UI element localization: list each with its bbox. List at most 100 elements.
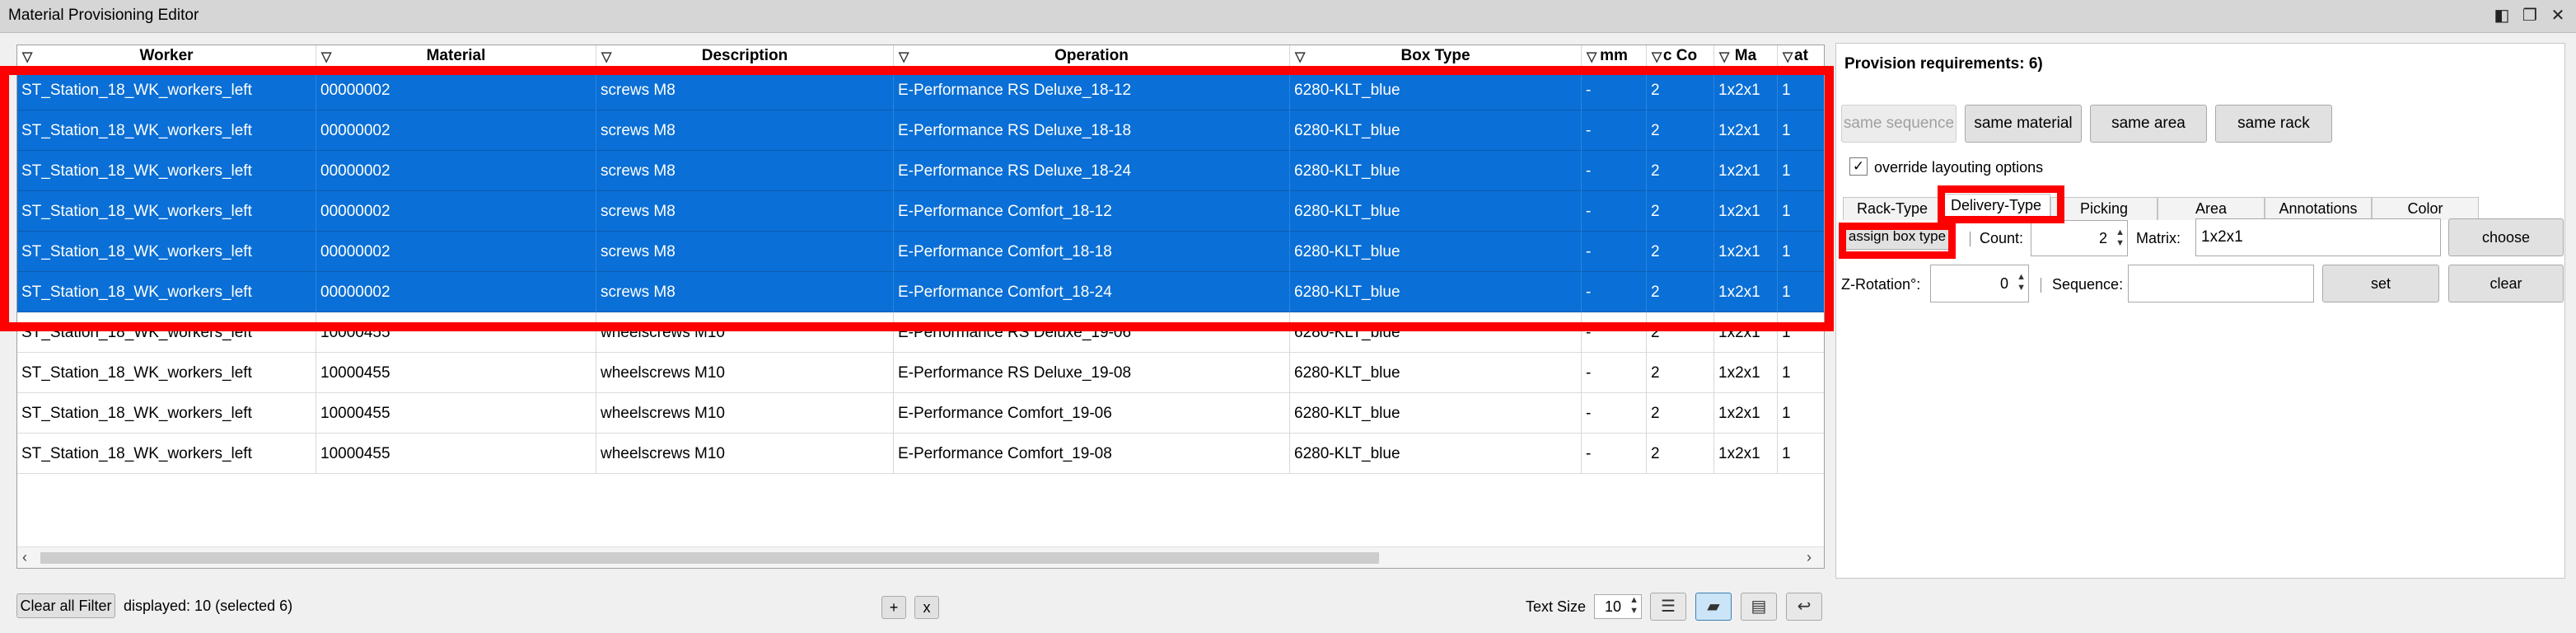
same-area-button[interactable]: same area xyxy=(2090,105,2207,143)
table-cell[interactable]: 00000002 xyxy=(316,232,596,272)
table-cell[interactable]: E-Performance RS Deluxe_19-08 xyxy=(894,353,1290,393)
column-header[interactable]: ▽ c Co xyxy=(1647,45,1714,70)
table-cell[interactable]: screws M8 xyxy=(596,110,894,151)
table-cell[interactable]: E-Performance Comfort_19-08 xyxy=(894,434,1290,474)
dock-icon[interactable]: ◧ xyxy=(2491,5,2513,26)
table-cell[interactable]: 1 xyxy=(1778,191,1824,232)
text-size-spinner[interactable]: 10 ▲ ▼ xyxy=(1594,594,1642,619)
column-header[interactable]: ▽ Ma xyxy=(1714,45,1778,70)
matrix-input[interactable]: 1x2x1 xyxy=(2195,218,2441,256)
table-cell[interactable]: 1 xyxy=(1778,393,1824,434)
count-arrows-icon[interactable]: ▲ ▼ xyxy=(2115,227,2125,249)
table-cell[interactable]: 1x2x1 xyxy=(1714,434,1778,474)
table-row[interactable]: ST_Station_18_WK_workers_left 10000455 whe… xyxy=(17,312,1824,353)
scroll-left-icon[interactable]: ‹ xyxy=(22,549,27,566)
list-view-icon[interactable]: ☰ xyxy=(1650,593,1686,621)
table-cell[interactable]: 6280-KLT_blue xyxy=(1290,312,1582,353)
column-header[interactable]: ▽ mm xyxy=(1582,45,1647,70)
sequence-input[interactable] xyxy=(2128,265,2314,302)
table-cell[interactable]: 1x2x1 xyxy=(1714,312,1778,353)
table-cell[interactable]: 1 xyxy=(1778,434,1824,474)
table-row[interactable]: ST_Station_18_WK_workers_left 00000002 scr… xyxy=(17,110,1824,151)
material-table[interactable]: ▽ Worker ▽ Material ▽ Description ▽ Operation ▽ B… xyxy=(16,45,1825,569)
scroll-right-icon[interactable]: › xyxy=(1807,549,1812,566)
table-cell[interactable]: 6280-KLT_blue xyxy=(1290,70,1582,110)
count-spinner[interactable]: 2 ▲ ▼ xyxy=(2031,220,2128,256)
table-cell[interactable]: - xyxy=(1582,353,1647,393)
table-cell[interactable]: 2 xyxy=(1647,434,1714,474)
table-cell[interactable]: ST_Station_18_WK_workers_left xyxy=(17,434,316,474)
table-cell[interactable]: - xyxy=(1582,191,1647,232)
table-cell[interactable]: 2 xyxy=(1647,393,1714,434)
table-cell[interactable]: wheelscrews M10 xyxy=(596,353,894,393)
table-cell[interactable]: ST_Station_18_WK_workers_left xyxy=(17,312,316,353)
tab-area[interactable]: Area xyxy=(2158,197,2265,220)
table-cell[interactable]: 6280-KLT_blue xyxy=(1290,191,1582,232)
table-cell[interactable]: 6280-KLT_blue xyxy=(1290,110,1582,151)
table-cell[interactable]: 00000002 xyxy=(316,151,596,191)
table-cell[interactable]: 6280-KLT_blue xyxy=(1290,151,1582,191)
table-cell[interactable]: 00000002 xyxy=(316,272,596,312)
table-cell[interactable]: 1x2x1 xyxy=(1714,232,1778,272)
table-cell[interactable]: 1x2x1 xyxy=(1714,151,1778,191)
table-row[interactable]: ST_Station_18_WK_workers_left 10000455 whe… xyxy=(17,434,1824,474)
table-cell[interactable]: ST_Station_18_WK_workers_left xyxy=(17,272,316,312)
table-cell[interactable]: 2 xyxy=(1647,70,1714,110)
table-cell[interactable]: - xyxy=(1582,434,1647,474)
table-cell[interactable]: E-Performance Comfort_19-06 xyxy=(894,393,1290,434)
table-cell[interactable]: wheelscrews M10 xyxy=(596,393,894,434)
add-button[interactable]: + xyxy=(881,596,906,619)
table-cell[interactable]: - xyxy=(1582,312,1647,353)
table-cell[interactable]: 1x2x1 xyxy=(1714,353,1778,393)
table-cell[interactable]: 6280-KLT_blue xyxy=(1290,232,1582,272)
table-cell[interactable]: E-Performance Comfort_18-12 xyxy=(894,191,1290,232)
table-cell[interactable]: 1x2x1 xyxy=(1714,70,1778,110)
table-row[interactable]: ST_Station_18_WK_workers_left 00000002 scr… xyxy=(17,151,1824,191)
box-view-icon[interactable]: ▰ xyxy=(1695,593,1732,621)
z-rotation-arrows-icon[interactable]: ▲ ▼ xyxy=(2017,272,2026,293)
table-cell[interactable]: 1 xyxy=(1778,110,1824,151)
table-cell[interactable]: screws M8 xyxy=(596,191,894,232)
tab-color[interactable]: Color xyxy=(2372,197,2479,220)
z-rotation-spinner[interactable]: 0 ▲ ▼ xyxy=(1930,265,2029,302)
clear-button[interactable]: clear xyxy=(2448,265,2564,302)
table-cell[interactable]: ST_Station_18_WK_workers_left xyxy=(17,70,316,110)
table-cell[interactable]: E-Performance Comfort_18-18 xyxy=(894,232,1290,272)
table-cell[interactable]: 1 xyxy=(1778,151,1824,191)
tab-picking[interactable]: Picking xyxy=(2050,197,2158,220)
table-cell[interactable]: E-Performance RS Deluxe_18-12 xyxy=(894,70,1290,110)
table-cell[interactable]: 2 xyxy=(1647,151,1714,191)
column-header[interactable]: ▽ at xyxy=(1778,45,1824,70)
table-cell[interactable]: 2 xyxy=(1647,272,1714,312)
undo-icon[interactable]: ↩ xyxy=(1786,593,1822,621)
table-cell[interactable]: 6280-KLT_blue xyxy=(1290,393,1582,434)
table-cell[interactable]: - xyxy=(1582,70,1647,110)
table-cell[interactable]: 00000002 xyxy=(316,70,596,110)
column-header[interactable]: ▽ Operation xyxy=(894,45,1290,70)
assign-box-type-button[interactable]: assign box type xyxy=(1841,223,1953,250)
clear-all-filter-button[interactable]: Clear all Filter xyxy=(16,593,115,618)
same-sequence-button[interactable]: same sequence xyxy=(1841,105,1957,143)
table-row[interactable]: ST_Station_18_WK_workers_left 00000002 scr… xyxy=(17,70,1824,110)
table-row[interactable]: ST_Station_18_WK_workers_left 10000455 whe… xyxy=(17,393,1824,434)
table-cell[interactable]: 1 xyxy=(1778,232,1824,272)
tab-annotations[interactable]: Annotations xyxy=(2265,197,2372,220)
table-cell[interactable]: 2 xyxy=(1647,312,1714,353)
spinner-arrows-icon[interactable]: ▲ ▼ xyxy=(1629,595,1639,617)
table-cell[interactable]: 1 xyxy=(1778,272,1824,312)
table-row[interactable]: ST_Station_18_WK_workers_left 10000455 whe… xyxy=(17,353,1824,393)
table-cell[interactable]: screws M8 xyxy=(596,272,894,312)
table-cell[interactable]: 2 xyxy=(1647,353,1714,393)
table-cell[interactable]: screws M8 xyxy=(596,232,894,272)
column-header[interactable]: ▽ Material xyxy=(316,45,596,70)
table-cell[interactable]: 6280-KLT_blue xyxy=(1290,434,1582,474)
table-cell[interactable]: 2 xyxy=(1647,191,1714,232)
table-cell[interactable]: 10000455 xyxy=(316,393,596,434)
table-cell[interactable]: 1x2x1 xyxy=(1714,110,1778,151)
table-cell[interactable]: - xyxy=(1582,393,1647,434)
same-rack-button[interactable]: same rack xyxy=(2215,105,2332,143)
set-button[interactable]: set xyxy=(2322,265,2439,302)
scrollbar-thumb[interactable] xyxy=(40,552,1379,564)
table-cell[interactable]: 10000455 xyxy=(316,434,596,474)
table-cell[interactable]: 1 xyxy=(1778,312,1824,353)
